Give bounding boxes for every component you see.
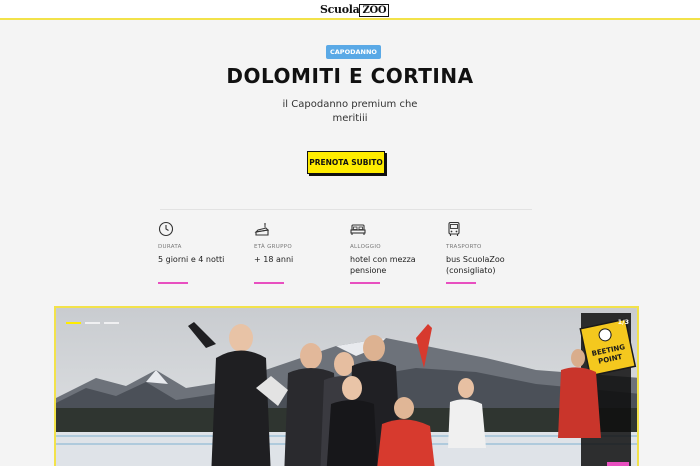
expand-gallery-button[interactable]: ⤢ 1 <box>607 462 629 466</box>
detail-underline <box>158 282 188 284</box>
gallery-slider[interactable]: BEETING POINT 1/3 ⤢ 1 <box>54 306 639 466</box>
detail-value: 5 giorni e 4 notti <box>158 255 225 264</box>
detail-value: + 18 anni <box>254 255 294 264</box>
slider-dot[interactable] <box>66 322 81 324</box>
detail-label: Età gruppo <box>254 244 292 250</box>
scuolazoo-logo[interactable]: Scuola ZOO <box>320 3 390 17</box>
page-subtitle: il Capodanno premium che meritiii <box>282 99 418 124</box>
clock-icon <box>158 221 174 237</box>
detail-duration: Durata 5 giorni e 4 notti <box>158 221 248 284</box>
detail-underline <box>254 282 284 284</box>
slider-dot[interactable] <box>85 322 100 324</box>
top-bar: Scuola ZOO <box>0 0 700 20</box>
bus-icon <box>448 221 460 236</box>
category-badge: Capodanno <box>326 45 381 59</box>
logo-boxed: ZOO <box>359 4 390 17</box>
book-now-button[interactable]: PRENOTA SUBITO <box>307 151 385 174</box>
detail-underline <box>350 282 380 284</box>
page-title: DOLOMITI E CORTINA <box>226 64 474 88</box>
detail-value: bus ScuolaZoo (consigliato) <box>446 255 505 275</box>
detail-value: hotel con mezza pensione <box>350 255 416 275</box>
detail-transport: Trasporto bus ScuolaZoo (consigliato) <box>446 221 536 284</box>
group-photo: BEETING POINT <box>56 308 637 466</box>
cake-icon <box>254 223 270 236</box>
logo-prefix: Scuola <box>320 3 360 16</box>
detail-label: Trasporto <box>446 244 482 250</box>
detail-age: Età gruppo + 18 anni <box>254 221 344 284</box>
bed-icon <box>350 224 366 235</box>
detail-lodging: Alloggio hotel con mezza pensione <box>350 221 440 284</box>
slider-dot[interactable] <box>104 322 119 324</box>
divider <box>160 209 532 210</box>
slide-counter: 1/3 <box>617 318 629 326</box>
slider-indicators[interactable] <box>66 322 119 324</box>
detail-underline <box>446 282 476 284</box>
detail-label: Durata <box>158 244 182 250</box>
detail-label: Alloggio <box>350 244 381 250</box>
